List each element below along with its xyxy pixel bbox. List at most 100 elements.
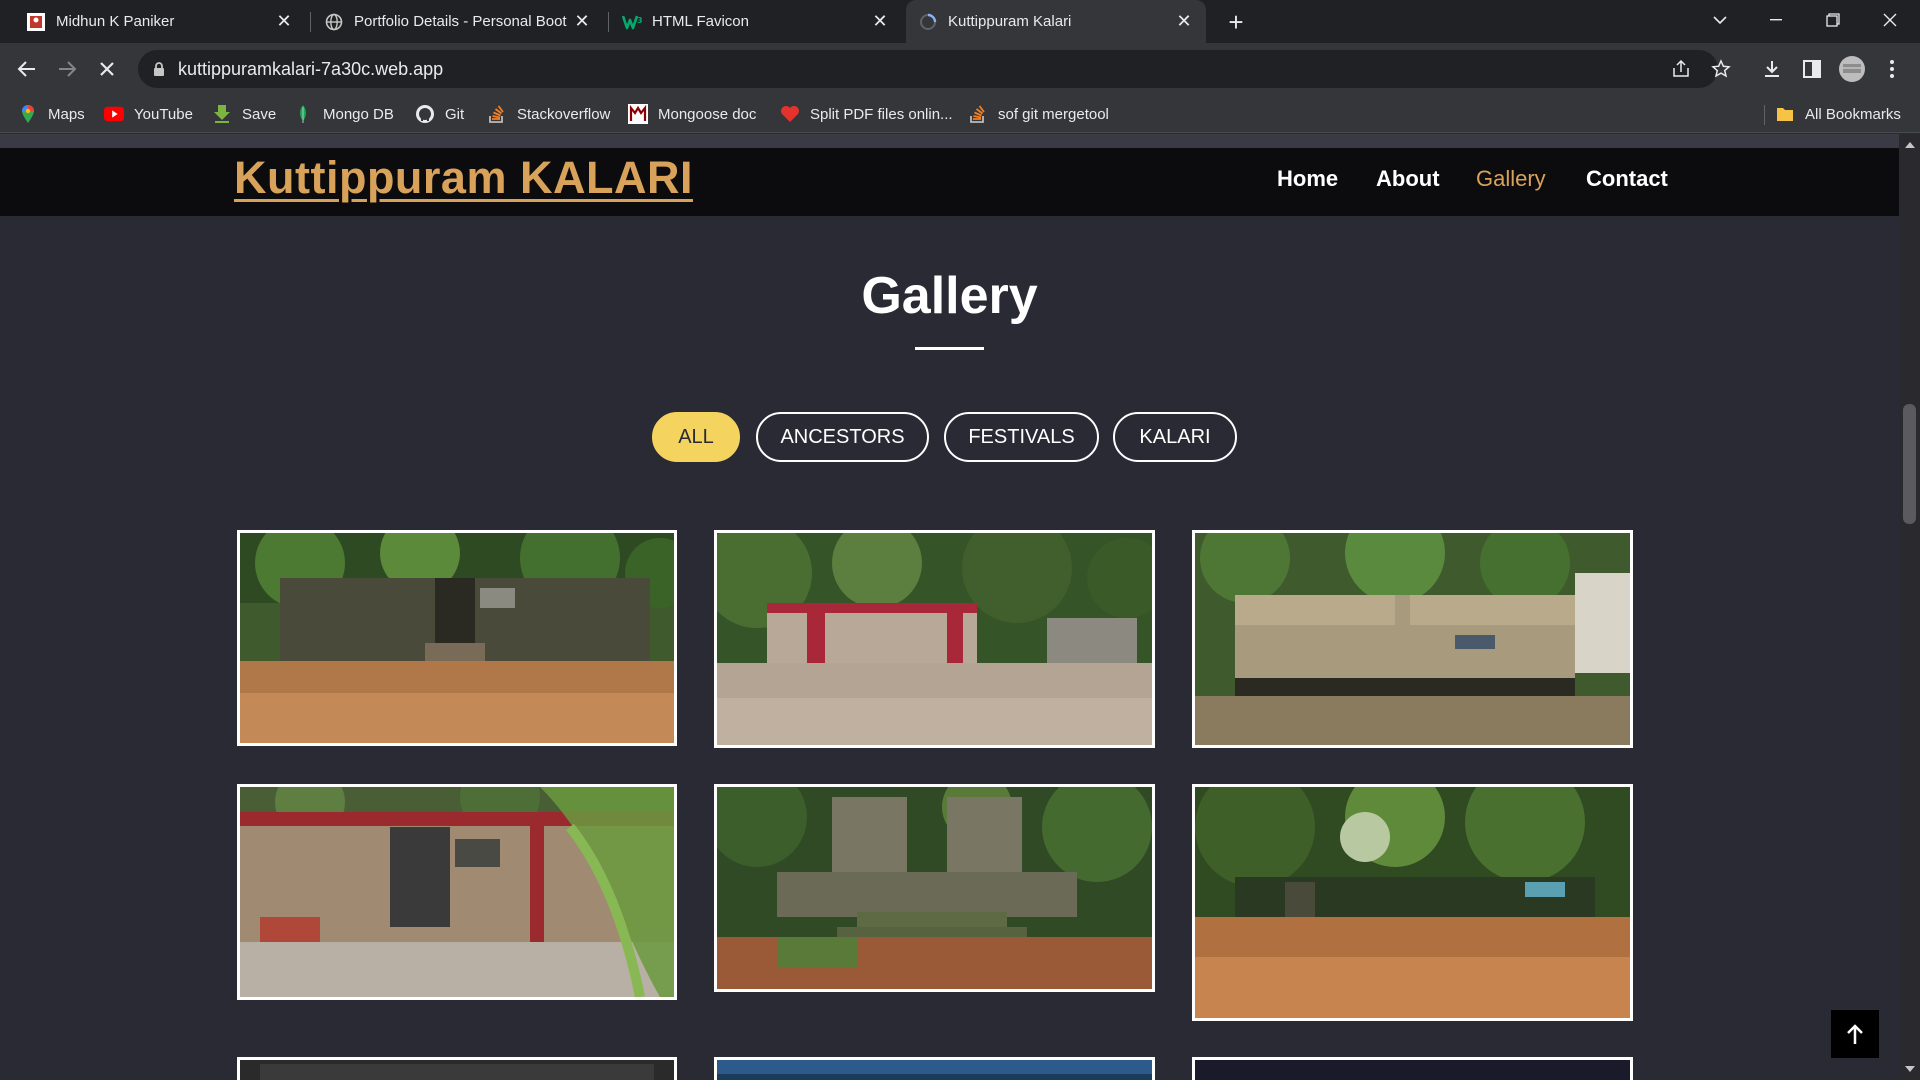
svg-text:3: 3	[637, 16, 642, 25]
bookmark-save[interactable]: Save	[212, 95, 276, 133]
nav-gallery[interactable]: Gallery	[1476, 166, 1546, 192]
back-arrow-icon[interactable]	[11, 53, 43, 85]
bookmark-mongo-db[interactable]: Mongo DB	[293, 95, 394, 133]
stone-platform-photo	[1195, 533, 1630, 745]
gallery-photo-1[interactable]	[237, 530, 677, 746]
site-header: Kuttippuram KALARI Home About Gallery Co…	[0, 148, 1899, 216]
heart-pdf-icon	[780, 104, 800, 124]
tab-search-chevron-icon[interactable]	[1692, 0, 1748, 40]
tab-close-icon[interactable]: ✕	[572, 11, 592, 32]
gallery-photo-3[interactable]	[1192, 530, 1633, 748]
tab-midhun-k-paniker[interactable]: Midhun K Paniker ✕	[14, 0, 306, 43]
browser-tab-strip: Midhun K Paniker ✕ Portfolio Details - P…	[0, 0, 1920, 43]
github-icon	[415, 104, 435, 124]
lock-icon[interactable]	[150, 60, 168, 78]
bookmark-stackoverflow[interactable]: Stackoverflow	[487, 95, 610, 133]
all-bookmarks[interactable]: All Bookmarks	[1775, 95, 1901, 133]
bookmark-maps[interactable]: Maps	[18, 95, 85, 133]
filter-festivals-button[interactable]: FESTIVALS	[944, 412, 1099, 462]
stackoverflow-icon	[968, 104, 988, 124]
bookmark-label: Stackoverflow	[517, 105, 611, 123]
tab-title: Kuttippuram Kalari	[948, 13, 1072, 30]
url-text[interactable]: kuttippuramkalari-7a30c.web.app	[178, 59, 443, 80]
scroll-up-arrow-icon[interactable]	[1899, 136, 1920, 154]
save-arrow-icon	[212, 104, 232, 124]
page-top-strip	[0, 134, 1899, 148]
gallery-photo-8-image	[717, 1060, 1152, 1080]
red-framed-wall-photo	[240, 787, 674, 997]
forward-arrow-icon[interactable]	[51, 53, 83, 85]
gallery-photo-7[interactable]	[237, 1057, 677, 1080]
gallery-photo-8[interactable]	[714, 1057, 1155, 1080]
nav-contact[interactable]: Contact	[1586, 166, 1668, 192]
site-logo-link[interactable]: Kuttippuram KALARI	[234, 152, 693, 204]
bookmark-label: sof git mergetool	[998, 105, 1109, 123]
mongoose-icon	[628, 104, 648, 124]
minimize-icon[interactable]	[1748, 0, 1804, 40]
bookmark-label: Git	[445, 105, 465, 123]
tab-separator	[608, 12, 609, 32]
bookmark-youtube[interactable]: YouTube	[104, 95, 193, 133]
nav-home[interactable]: Home	[1277, 166, 1338, 192]
bookmark-label: Save	[242, 105, 277, 123]
kebab-menu-icon[interactable]	[1876, 53, 1908, 85]
tab-title: Midhun K Paniker	[56, 13, 175, 30]
gallery-photo-4[interactable]	[237, 784, 677, 1000]
bookmark-split-pdf[interactable]: Split PDF files onlin...	[780, 95, 953, 133]
restore-window-icon[interactable]	[1805, 0, 1861, 40]
scrollbar-thumb[interactable]	[1903, 404, 1916, 524]
bookmark-label: Mongoose doc	[658, 105, 757, 123]
download-icon[interactable]	[1756, 53, 1788, 85]
filter-all-button[interactable]: ALL	[652, 412, 740, 462]
side-panel-icon[interactable]	[1796, 53, 1828, 85]
bookmark-mongoose-doc[interactable]: Mongoose doc	[628, 95, 756, 133]
stop-loading-icon[interactable]	[91, 53, 123, 85]
maps-icon	[18, 104, 38, 124]
tab-title: Portfolio Details - Personal Boot	[354, 13, 567, 30]
page-scrollbar[interactable]	[1899, 134, 1920, 1080]
filter-ancestors-button[interactable]: ANCESTORS	[756, 412, 929, 462]
gallery-photo-2[interactable]	[714, 530, 1155, 748]
tab-separator	[310, 12, 311, 32]
share-icon[interactable]	[1662, 50, 1700, 88]
bookmark-label: YouTube	[134, 105, 193, 123]
gallery-photo-9-image	[1195, 1060, 1630, 1080]
mongodb-leaf-icon	[293, 104, 313, 124]
profile-favicon-icon	[26, 12, 46, 32]
youtube-icon	[104, 104, 124, 124]
bookmark-star-icon[interactable]	[1702, 50, 1740, 88]
tab-portfolio-details[interactable]: Portfolio Details - Personal Boot ✕	[312, 0, 604, 43]
tab-close-icon[interactable]: ✕	[274, 11, 294, 32]
gallery-photo-5[interactable]	[714, 784, 1155, 992]
tab-kuttippuram-kalari[interactable]: Kuttippuram Kalari ✕	[906, 0, 1206, 43]
gallery-heading: Gallery	[861, 267, 1038, 325]
address-bar[interactable]: kuttippuramkalari-7a30c.web.app	[138, 50, 1731, 88]
tab-close-icon[interactable]: ✕	[1174, 11, 1194, 32]
bookmark-sof-git-mergetool[interactable]: sof git mergetool	[968, 95, 1109, 133]
bookmarks-bar: Maps YouTube Save Mongo DB Git Stackover…	[0, 95, 1920, 133]
back-to-top-button[interactable]	[1831, 1010, 1879, 1058]
browser-toolbar: kuttippuramkalari-7a30c.web.app	[0, 43, 1920, 95]
nav-about[interactable]: About	[1376, 166, 1440, 192]
heading-underline	[915, 347, 984, 350]
open-courtyard-photo	[1195, 787, 1630, 1018]
gallery-photo-9[interactable]	[1192, 1057, 1633, 1080]
laterite-wall-gate-photo	[240, 533, 674, 743]
close-window-icon[interactable]	[1862, 0, 1918, 40]
all-bookmarks-label: All Bookmarks	[1805, 105, 1901, 123]
bookmarks-separator	[1764, 105, 1765, 125]
gallery-photo-6[interactable]	[1192, 784, 1633, 1021]
filter-kalari-button[interactable]: KALARI	[1113, 412, 1237, 462]
page-viewport: Kuttippuram KALARI Home About Gallery Co…	[0, 134, 1899, 1080]
profile-avatar[interactable]	[1836, 53, 1868, 85]
tab-title: HTML Favicon	[652, 13, 749, 30]
tab-html-favicon[interactable]: 3 HTML Favicon ✕	[610, 0, 902, 43]
tab-close-icon[interactable]: ✕	[870, 11, 890, 32]
scroll-down-arrow-icon[interactable]	[1899, 1060, 1920, 1078]
bookmark-label: Maps	[48, 105, 85, 123]
bookmark-git[interactable]: Git	[415, 95, 464, 133]
w3schools-icon: 3	[622, 12, 642, 32]
new-tab-plus-icon[interactable]: +	[1222, 7, 1250, 37]
mossy-shrine-photo	[717, 787, 1152, 989]
bookmark-label: Split PDF files onlin...	[810, 105, 953, 123]
